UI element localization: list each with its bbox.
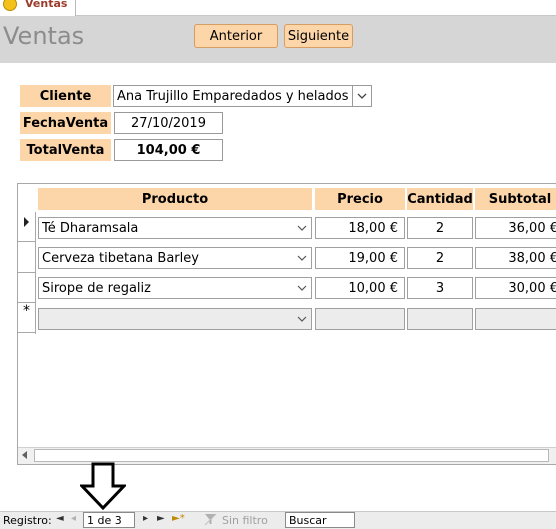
- new-record-selector[interactable]: *: [17, 303, 36, 333]
- producto-dropdown-button[interactable]: [292, 309, 312, 329]
- chevron-down-icon: [297, 316, 307, 322]
- cliente-label: Cliente: [20, 85, 111, 107]
- tab-label: Ventas: [25, 0, 68, 10]
- precio-cell[interactable]: 18,00 €: [315, 217, 405, 239]
- last-record-icon[interactable]: ►: [157, 513, 165, 524]
- chevron-down-icon: [297, 285, 307, 291]
- producto-cell[interactable]: Té Dharamsala: [38, 217, 312, 239]
- filter-icon: [204, 513, 217, 526]
- document-tab-strip: [0, 0, 556, 16]
- cliente-combobox[interactable]: Ana Trujillo Emparedados y helados: [113, 85, 353, 107]
- filter-status[interactable]: Sin filtro: [222, 514, 268, 527]
- previous-record-icon[interactable]: ◂: [71, 513, 76, 524]
- column-header-producto[interactable]: Producto: [38, 188, 312, 210]
- record-selector[interactable]: [17, 273, 36, 303]
- totalventa-field[interactable]: 104,00 €: [114, 139, 223, 161]
- precio-cell[interactable]: 10,00 €: [315, 277, 405, 299]
- column-header-cantidad[interactable]: Cantidad: [407, 188, 473, 210]
- scrollbar-thumb[interactable]: [34, 449, 549, 462]
- record-selector[interactable]: [17, 243, 36, 273]
- new-record-icon[interactable]: ►*: [172, 513, 185, 524]
- cantidad-cell[interactable]: 2: [407, 247, 473, 269]
- cantidad-cell[interactable]: 2: [407, 217, 473, 239]
- totalventa-label: TotalVenta: [20, 139, 111, 161]
- first-record-icon[interactable]: ◄: [56, 513, 64, 524]
- producto-value: Sirope de regaliz: [42, 280, 151, 296]
- column-header-subtotal[interactable]: Subtotal: [475, 188, 556, 210]
- new-cantidad-cell[interactable]: [407, 308, 473, 330]
- search-input[interactable]: Buscar: [285, 512, 355, 528]
- cantidad-cell[interactable]: 3: [407, 277, 473, 299]
- down-arrow-icon: [80, 462, 126, 510]
- record-selector[interactable]: [17, 212, 36, 242]
- cliente-dropdown-button[interactable]: [352, 85, 372, 107]
- smiley-form-icon: [3, 0, 17, 11]
- producto-value: Té Dharamsala: [42, 220, 139, 236]
- next-record-icon[interactable]: ▸: [143, 513, 148, 524]
- subtotal-cell[interactable]: 30,00 €: [475, 277, 556, 299]
- previous-button[interactable]: Anterior: [194, 24, 278, 48]
- producto-value: Cerveza tibetana Barley: [42, 250, 199, 266]
- scroll-left-icon[interactable]: [22, 451, 27, 459]
- fechaventa-label: FechaVenta: [20, 112, 111, 134]
- current-record-arrow-icon: [24, 217, 29, 227]
- new-precio-cell[interactable]: [315, 308, 405, 330]
- producto-dropdown-button[interactable]: [292, 218, 312, 238]
- next-button[interactable]: Siguiente: [284, 24, 353, 48]
- chevron-down-icon: [357, 93, 367, 99]
- new-subtotal-cell[interactable]: [475, 308, 556, 330]
- producto-dropdown-button[interactable]: [292, 248, 312, 268]
- new-producto-cell[interactable]: [38, 308, 312, 330]
- current-record-field[interactable]: 1 de 3: [83, 512, 135, 528]
- tab-ventas[interactable]: Ventas: [0, 0, 76, 16]
- producto-cell[interactable]: Cerveza tibetana Barley: [38, 247, 312, 269]
- producto-cell[interactable]: Sirope de regaliz: [38, 277, 312, 299]
- chevron-down-icon: [297, 225, 307, 231]
- fechaventa-field[interactable]: 27/10/2019: [114, 112, 223, 134]
- subtotal-cell[interactable]: 38,00 €: [475, 247, 556, 269]
- form-title: Ventas: [3, 22, 85, 50]
- chevron-down-icon: [297, 255, 307, 261]
- record-label: Registro:: [3, 514, 52, 527]
- column-header-precio[interactable]: Precio: [315, 188, 405, 210]
- producto-dropdown-button[interactable]: [292, 278, 312, 298]
- subtotal-cell[interactable]: 36,00 €: [475, 217, 556, 239]
- precio-cell[interactable]: 19,00 €: [315, 247, 405, 269]
